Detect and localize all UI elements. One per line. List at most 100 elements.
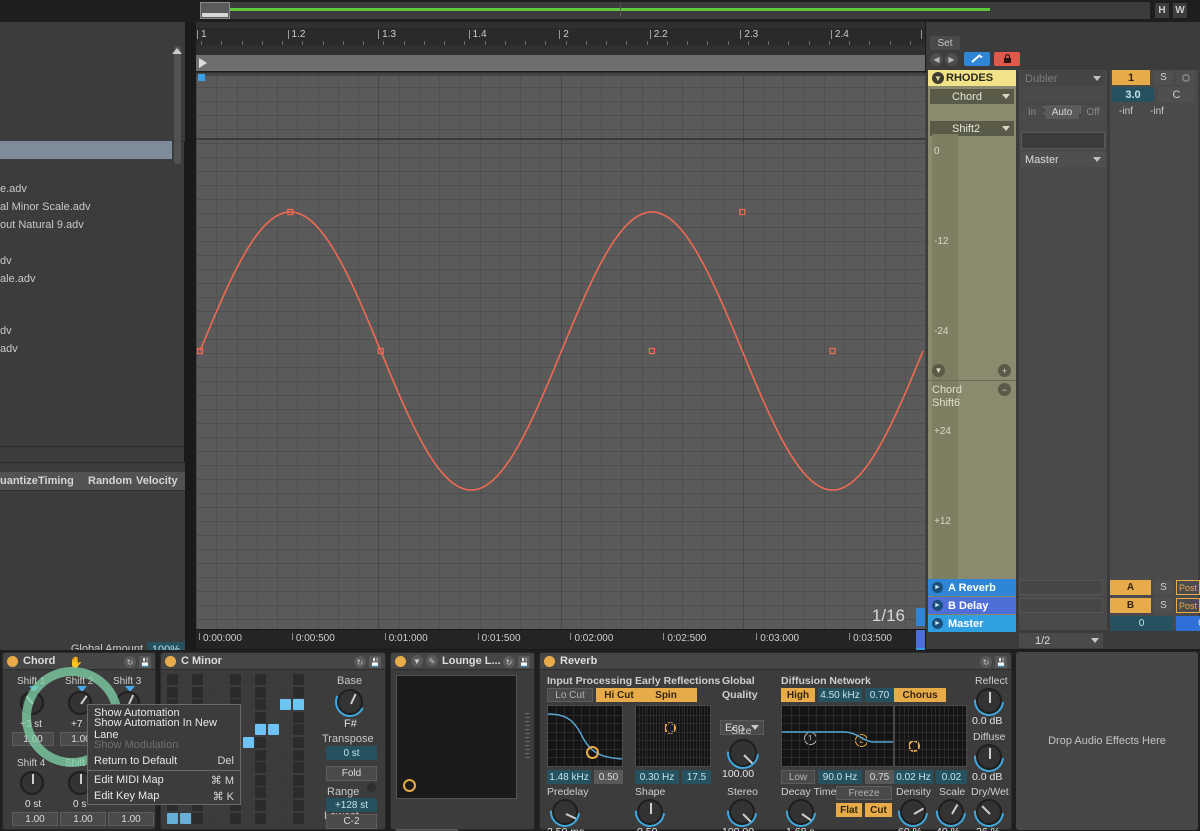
spin-toggle[interactable]: Spin — [635, 688, 697, 702]
hot-swap-icon[interactable]: ↻ — [354, 656, 366, 668]
scale-grid-cell[interactable] — [255, 699, 267, 711]
shift6-amount[interactable]: 1.00 — [108, 812, 154, 826]
browser-scrollbar[interactable] — [174, 46, 181, 164]
scale-grid-cell[interactable] — [305, 774, 317, 786]
remove-lane-icon[interactable]: − — [998, 383, 1011, 396]
scale-grid-cell[interactable] — [293, 787, 304, 799]
scale-grid-cell[interactable] — [280, 674, 292, 685]
scale-grid-cell[interactable] — [267, 686, 279, 698]
collapse-lane-icon[interactable]: ▼ — [932, 364, 945, 377]
monitor-in-button[interactable]: In — [1021, 105, 1043, 119]
device-power-icon[interactable] — [7, 655, 18, 667]
play-icon[interactable]: ► — [932, 582, 943, 593]
monitor-off-button[interactable]: Off — [1081, 105, 1105, 119]
high-q[interactable]: 0.70 — [865, 688, 894, 702]
device-scale-titlebar[interactable]: C Minor ↻ 💾 — [161, 653, 385, 670]
scale-grid-cell[interactable] — [280, 699, 292, 711]
scale-grid-cell[interactable] — [267, 812, 279, 824]
save-preset-icon[interactable]: 💾 — [518, 656, 530, 668]
xy-pad-handle[interactable] — [403, 779, 416, 792]
shape-value[interactable]: 0.50 — [637, 826, 657, 831]
nav-forward-icon[interactable]: ▶ — [945, 53, 958, 66]
save-preset-icon[interactable]: 💾 — [369, 656, 381, 668]
master-track[interactable]: ► Master 1/2 0 0 — [928, 615, 1200, 648]
w-button[interactable]: W — [1173, 3, 1187, 18]
scale-grid-cell[interactable] — [230, 686, 241, 698]
track-key-button[interactable]: C — [1158, 87, 1195, 102]
groove-list[interactable] — [0, 491, 185, 636]
scale-grid-cell[interactable] — [242, 787, 254, 799]
scale-grid-cell[interactable] — [242, 812, 254, 824]
shift4-value[interactable]: 0 st — [25, 799, 41, 810]
shift2-value[interactable]: +7 — [71, 719, 82, 730]
shift1-amount[interactable]: 1.00 — [12, 732, 54, 746]
scale-grid-cell[interactable] — [255, 749, 267, 761]
device-power-icon[interactable] — [395, 655, 406, 667]
save-preset-icon[interactable]: 💾 — [139, 656, 151, 668]
input-filter-graph[interactable] — [547, 705, 623, 767]
scale-grid-cell[interactable] — [255, 711, 267, 723]
save-preset-icon[interactable]: 💾 — [995, 656, 1007, 668]
track-rhodes[interactable]: ▼ RHODES Chord Shift2 0 -12 -24 +24 +12 … — [928, 70, 1016, 630]
return-a-name[interactable]: ► A Reverb — [928, 579, 1016, 596]
chevron-down-icon[interactable]: ▼ — [411, 655, 423, 667]
device-lounge-titlebar[interactable]: ▼ ✎ Lounge L... ↻ 💾 — [391, 653, 534, 670]
scale-grid-cell[interactable] — [192, 812, 204, 824]
scale-grid-cell[interactable] — [305, 762, 317, 774]
scale-grid-cell[interactable] — [242, 800, 254, 811]
return-b-solo[interactable]: S — [1154, 598, 1173, 613]
scale-grid-cell[interactable] — [230, 812, 241, 824]
scale-grid-cell[interactable] — [255, 762, 267, 774]
scale-grid-cell[interactable] — [280, 800, 292, 811]
lowest-value[interactable]: C-2 — [326, 814, 377, 829]
shift5-amount[interactable]: 1.00 — [60, 812, 106, 826]
scale-grid-cell[interactable] — [305, 787, 317, 799]
return-b-clip-slot[interactable] — [1019, 598, 1103, 613]
scale-grid-cell[interactable] — [255, 774, 267, 786]
scale-grid-cell[interactable] — [267, 800, 279, 811]
scale-grid-cell[interactable] — [280, 686, 292, 698]
scale-grid-cell[interactable] — [293, 686, 304, 698]
device-power-icon[interactable] — [165, 655, 176, 667]
scale-grid-cell[interactable] — [217, 674, 229, 685]
groove-col-velocity[interactable]: Velocity — [136, 472, 178, 491]
scale-grid-cell[interactable] — [267, 674, 279, 685]
menu-item[interactable]: Edit Key Map ⌘ K — [88, 788, 240, 804]
browser-item[interactable]: al Minor Scale.adv — [0, 200, 185, 215]
scale-grid-cell[interactable] — [255, 787, 267, 799]
browser-item[interactable]: ale.adv — [0, 272, 185, 287]
master-volume-value[interactable]: 0 — [1176, 616, 1200, 631]
scale-grid-cell[interactable] — [280, 749, 292, 761]
scale-grid-cell[interactable] — [267, 762, 279, 774]
shift4-amount[interactable]: 1.00 — [12, 812, 58, 826]
scale-grid-cell[interactable] — [204, 686, 216, 698]
scale-grid-cell[interactable] — [230, 674, 241, 685]
low-toggle[interactable]: Low — [781, 770, 815, 784]
transpose-value[interactable]: 0 st — [326, 746, 377, 760]
predelay-value[interactable]: 2.50 ms — [547, 826, 584, 831]
scale-grid-cell[interactable] — [280, 737, 292, 748]
scale-grid-cell[interactable] — [267, 737, 279, 748]
wrench-icon[interactable]: ✎ — [426, 655, 438, 667]
scale-grid-cell[interactable] — [293, 749, 304, 761]
scale-grid-cell[interactable] — [167, 686, 178, 698]
scale-grid-cell[interactable] — [242, 686, 254, 698]
shift1-value[interactable]: +3 st — [20, 719, 42, 730]
low-q[interactable]: 0.75 — [865, 770, 894, 784]
scale-grid-cell[interactable] — [204, 812, 216, 824]
groove-col-random[interactable]: Random — [88, 472, 132, 491]
master-pan-value[interactable]: 0 — [1110, 616, 1173, 631]
scale-grid-cell[interactable] — [293, 699, 304, 711]
scale-grid-cell[interactable] — [280, 762, 292, 774]
io-output-sub-select[interactable] — [1021, 132, 1105, 149]
lo-cut-toggle[interactable]: Lo Cut — [547, 688, 593, 702]
scale-grid-cell[interactable] — [242, 699, 254, 711]
return-track-a[interactable]: ► A Reverb A S Post — [928, 579, 1200, 596]
scale-grid-cell[interactable] — [242, 762, 254, 774]
record-arm-button[interactable] — [1176, 70, 1195, 85]
scale-grid-cell[interactable] — [293, 737, 304, 748]
return-b-name[interactable]: ► B Delay — [928, 597, 1016, 614]
return-a-solo[interactable]: S — [1154, 580, 1173, 595]
chorus-handle[interactable] — [908, 740, 920, 752]
context-menu[interactable]: Show Automation Show Automation In New La… — [87, 704, 241, 805]
